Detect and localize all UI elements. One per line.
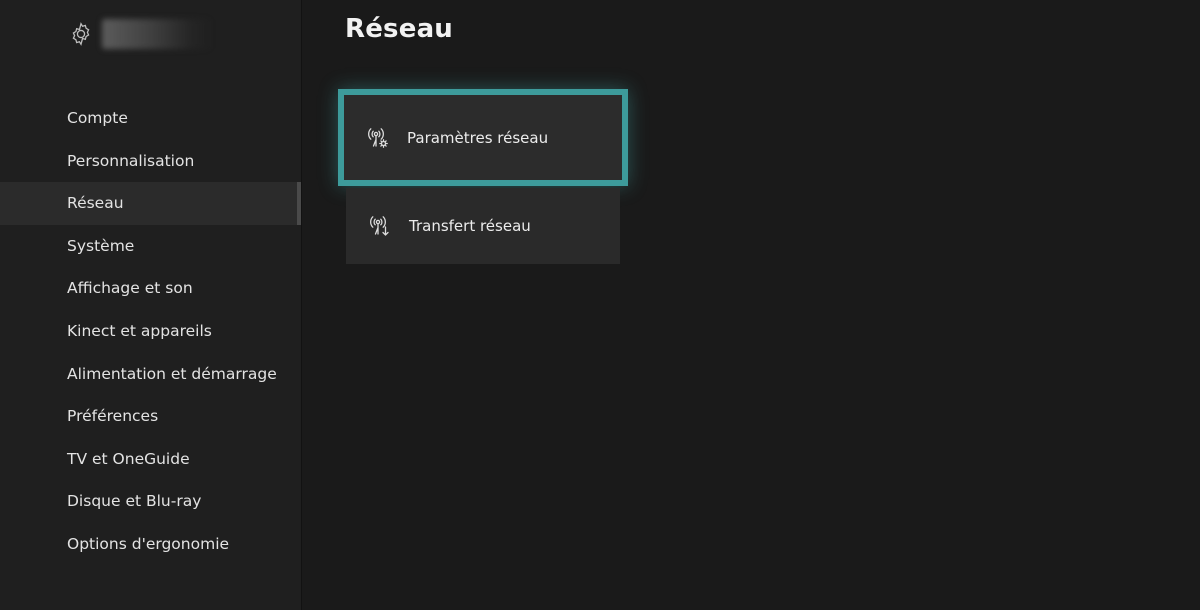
sidebar-header bbox=[68, 19, 212, 49]
settings-screen: Compte Personnalisation Réseau Système A… bbox=[0, 0, 1200, 610]
network-settings-label: Paramètres réseau bbox=[407, 128, 549, 147]
sidebar-item-compte[interactable]: Compte bbox=[0, 97, 301, 140]
settings-nav: Compte Personnalisation Réseau Système A… bbox=[0, 97, 301, 566]
sidebar-item-personnalisation[interactable]: Personnalisation bbox=[0, 140, 301, 183]
sidebar-item-reseau[interactable]: Réseau bbox=[0, 182, 301, 225]
network-settings-icon bbox=[368, 127, 388, 148]
sidebar-item-kinect-et-appareils[interactable]: Kinect et appareils bbox=[0, 310, 301, 353]
gear-icon[interactable] bbox=[68, 21, 94, 47]
sidebar-item-disque-et-blu-ray[interactable]: Disque et Blu-ray bbox=[0, 480, 301, 523]
network-transfer-label: Transfert réseau bbox=[409, 217, 531, 235]
network-transfer-tile[interactable]: Transfert réseau bbox=[346, 188, 620, 264]
sidebar-item-preferences[interactable]: Préférences bbox=[0, 395, 301, 438]
page-title: Réseau bbox=[345, 14, 454, 44]
sidebar-item-options-ergonomie[interactable]: Options d'ergonomie bbox=[0, 523, 301, 566]
sidebar-item-tv-et-oneguide[interactable]: TV et OneGuide bbox=[0, 438, 301, 481]
network-transfer-icon bbox=[370, 216, 389, 236]
account-name bbox=[102, 19, 212, 49]
sidebar-item-systeme[interactable]: Système bbox=[0, 225, 301, 268]
sidebar: Compte Personnalisation Réseau Système A… bbox=[0, 0, 302, 610]
sidebar-item-alimentation[interactable]: Alimentation et démarrage bbox=[0, 353, 301, 396]
sidebar-item-affichage-et-son[interactable]: Affichage et son bbox=[0, 267, 301, 310]
network-settings-tile[interactable]: Paramètres réseau bbox=[338, 89, 628, 186]
